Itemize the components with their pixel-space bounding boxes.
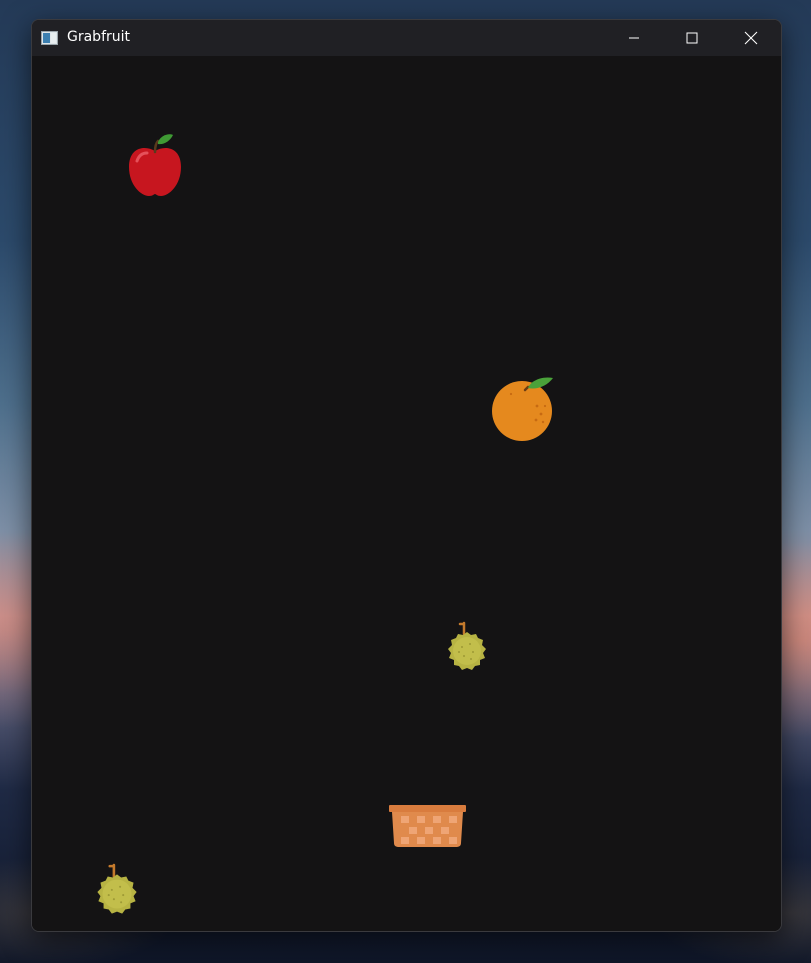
minimize-icon (628, 32, 640, 44)
game-canvas[interactable] (32, 56, 781, 931)
basket-icon[interactable] (389, 803, 467, 853)
apple-icon (127, 133, 183, 203)
title-bar[interactable]: Grabfruit (32, 20, 781, 56)
durian-icon (91, 862, 143, 928)
app-icon (41, 30, 58, 45)
close-button[interactable] (722, 20, 780, 56)
maximize-button[interactable] (663, 20, 721, 56)
app-window: Grabfruit (31, 19, 782, 932)
orange-icon (491, 376, 557, 446)
durian-icon (442, 620, 492, 684)
window-title: Grabfruit (67, 29, 131, 45)
close-icon (744, 31, 758, 45)
maximize-icon (686, 32, 698, 44)
minimize-button[interactable] (605, 20, 663, 56)
